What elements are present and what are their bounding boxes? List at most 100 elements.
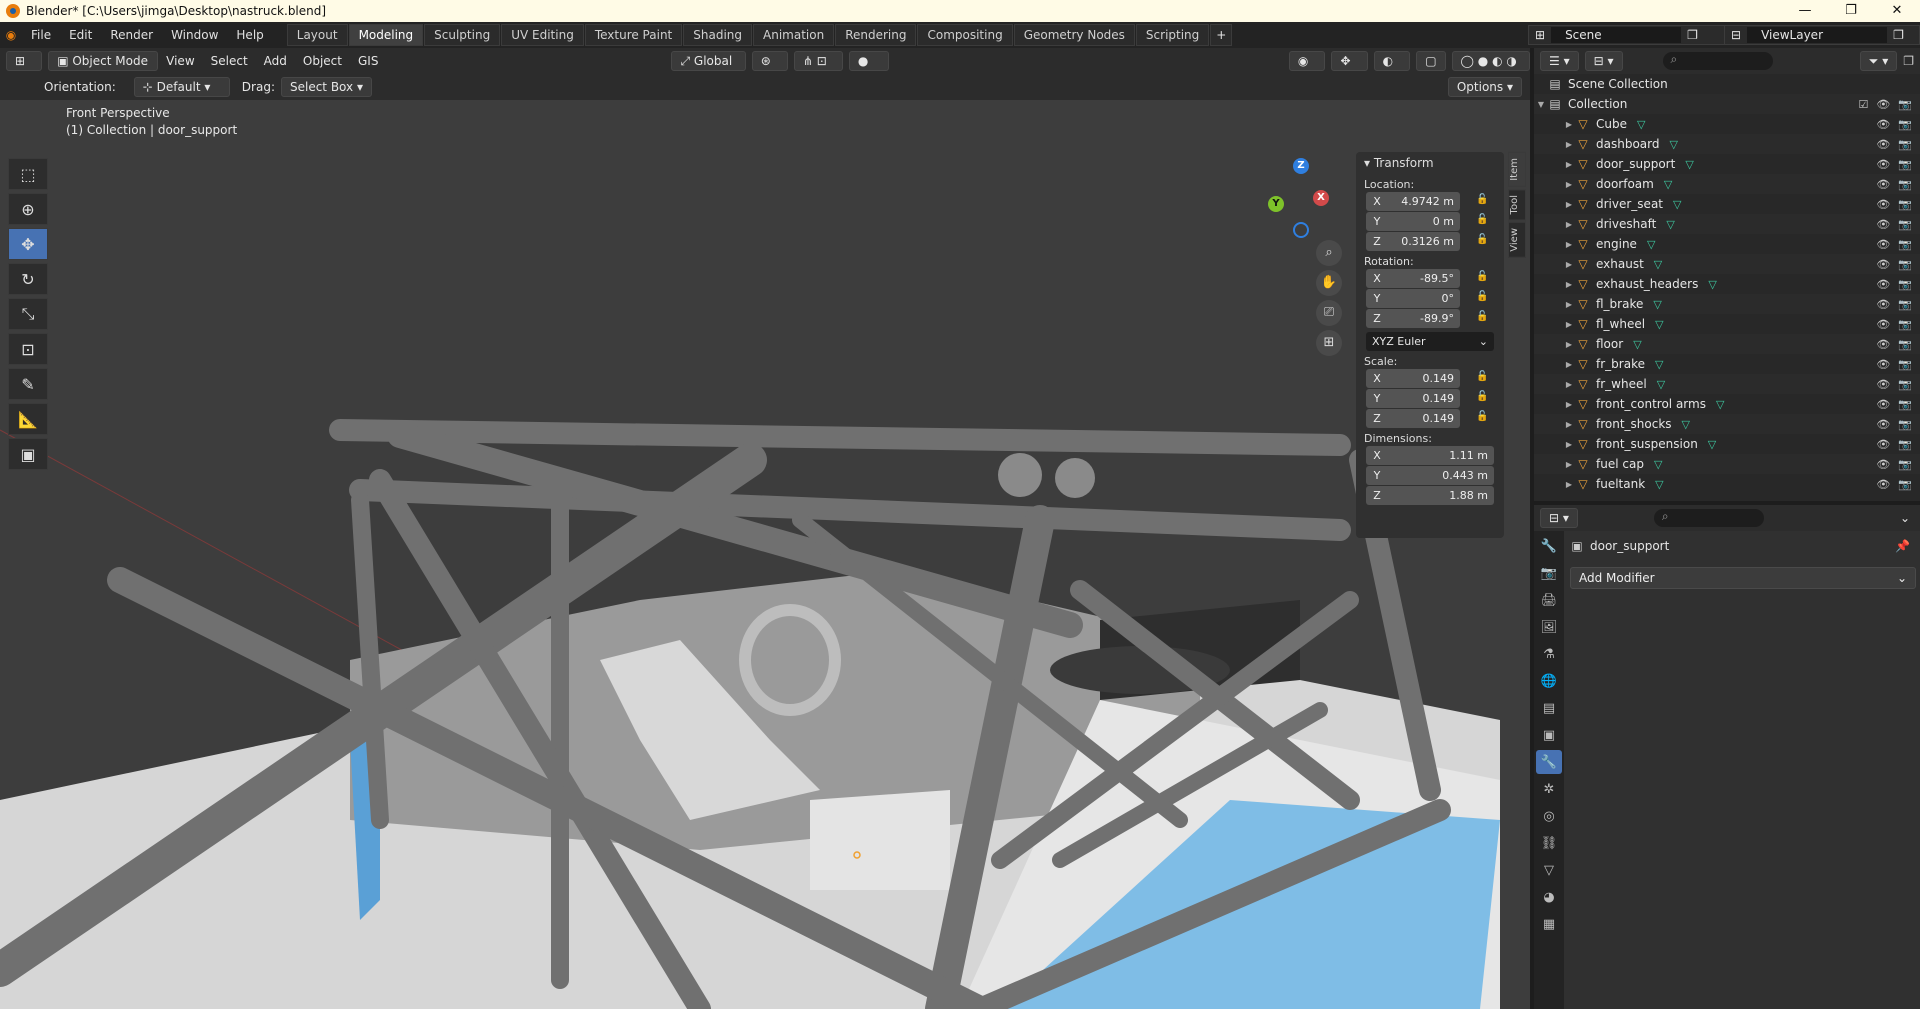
drag-selector[interactable]: Select Box ▾: [280, 77, 372, 97]
mesh-data-icon[interactable]: ▽: [1657, 378, 1665, 391]
lock-icon[interactable]: 🔓: [1476, 411, 1490, 422]
modifier-tab-icon[interactable]: 🔧: [1536, 750, 1562, 774]
pivot-point-icon[interactable]: ⊛ ▾: [751, 51, 788, 86]
camera-icon[interactable]: 📷: [1898, 238, 1912, 251]
expand-arrow-icon[interactable]: ▶: [1562, 360, 1576, 369]
select-box-tool-icon[interactable]: ⬚: [8, 158, 48, 190]
mesh-data-icon[interactable]: ▽: [1669, 138, 1677, 151]
3d-viewport[interactable]: ⊞ ▾ ▣ Object Mode ▾ View Select Add Obje…: [0, 48, 1530, 1009]
expand-arrow-icon[interactable]: ▶: [1562, 480, 1576, 489]
editor-type-button[interactable]: ⊞ ▾: [6, 51, 43, 86]
expand-arrow-icon[interactable]: ▶: [1562, 420, 1576, 429]
outliner-search-input[interactable]: ⌕: [1662, 52, 1773, 70]
xray-toggle-icon[interactable]: ▢: [1416, 51, 1446, 71]
viewport-canvas[interactable]: Front Perspective (1) Collection | door_…: [0, 100, 1530, 1009]
tab-sculpting[interactable]: Sculpting: [424, 24, 501, 46]
shading-mode-icon[interactable]: ◯ ● ◐ ◑ ▾: [1451, 51, 1530, 86]
visibility-icon[interactable]: ◉ ▾: [1288, 51, 1326, 86]
lock-icon[interactable]: 🔓: [1476, 391, 1490, 402]
tab-animation[interactable]: Animation: [753, 24, 835, 46]
camera-icon[interactable]: 📷: [1898, 218, 1912, 231]
expand-arrow-icon[interactable]: ▶: [1562, 180, 1576, 189]
expand-arrow-icon[interactable]: ▶: [1562, 140, 1576, 149]
expand-arrow-icon[interactable]: ▶: [1562, 120, 1576, 129]
orientation-selector[interactable]: ⊹ Default ▾: [133, 77, 230, 97]
pin-icon[interactable]: 📌: [1895, 539, 1910, 553]
outliner-item[interactable]: ▶ ▽ fr_wheel ▽ 👁 📷: [1534, 374, 1920, 394]
close-button[interactable]: ✕: [1874, 0, 1920, 22]
eye-icon[interactable]: 👁: [1876, 318, 1890, 331]
mesh-data-icon[interactable]: ▽: [1655, 318, 1663, 331]
camera-icon[interactable]: 📷: [1898, 178, 1912, 191]
rotation-x-field[interactable]: X -89.5° 🔓: [1366, 269, 1488, 288]
dimensions-y-field[interactable]: Y 0.443 m: [1366, 466, 1494, 485]
camera-icon[interactable]: 📷: [1898, 438, 1912, 451]
view-layer-selector[interactable]: ⊟ ViewLayer ❐: [1724, 25, 1920, 45]
outliner-editor-type-icon[interactable]: ☰ ▾: [1540, 51, 1579, 71]
eye-icon[interactable]: 👁: [1876, 158, 1890, 171]
gizmo-neg-z-axis[interactable]: [1293, 222, 1309, 238]
transform-panel-header[interactable]: ▾ Transform: [1356, 152, 1504, 174]
mesh-data-icon[interactable]: ▽: [1673, 198, 1681, 211]
tab-compositing[interactable]: Compositing: [917, 24, 1013, 46]
new-collection-icon[interactable]: ❐: [1903, 54, 1914, 68]
expand-arrow-icon[interactable]: ▶: [1562, 440, 1576, 449]
scene-selector[interactable]: ⊞ Scene ❐: [1528, 25, 1728, 45]
mesh-data-icon[interactable]: ▽: [1685, 158, 1693, 171]
gizmo-z-axis[interactable]: Z: [1293, 158, 1309, 174]
outliner-item[interactable]: ▶ ▽ fl_wheel ▽ 👁 📷: [1534, 314, 1920, 334]
outliner-item[interactable]: ▶ ▽ Cube ▽ 👁 📷: [1534, 114, 1920, 134]
camera-icon[interactable]: 📷: [1898, 458, 1912, 471]
blender-menu-icon[interactable]: ◉: [0, 28, 22, 42]
eye-icon[interactable]: 👁: [1876, 298, 1890, 311]
mesh-data-icon[interactable]: ▽: [1654, 458, 1662, 471]
menu-window[interactable]: Window: [162, 22, 227, 48]
scale-x-field[interactable]: X 0.149 🔓: [1366, 369, 1488, 388]
camera-icon[interactable]: 📷: [1898, 258, 1912, 271]
lock-icon[interactable]: 🔓: [1476, 194, 1490, 205]
expand-arrow-icon[interactable]: ▶: [1562, 320, 1576, 329]
gizmo-x-axis[interactable]: X: [1313, 190, 1329, 206]
lock-icon[interactable]: 🔓: [1476, 271, 1490, 282]
particles-tab-icon[interactable]: ✲: [1536, 777, 1562, 801]
eye-icon[interactable]: 👁: [1876, 138, 1890, 151]
menu-file[interactable]: File: [22, 22, 60, 48]
lock-icon[interactable]: 🔓: [1476, 214, 1490, 225]
tool-tab-icon[interactable]: 🔧: [1536, 534, 1562, 558]
camera-icon[interactable]: 📷: [1898, 118, 1912, 131]
mode-selector[interactable]: ▣ Object Mode ▾: [48, 51, 159, 86]
outliner-item[interactable]: ▶ ▽ front_suspension ▽ 👁 📷: [1534, 434, 1920, 454]
camera-icon[interactable]: 📷: [1898, 318, 1912, 331]
camera-icon[interactable]: 📷: [1898, 158, 1912, 171]
output-tab-icon[interactable]: 🖨: [1536, 588, 1562, 612]
texture-tab-icon[interactable]: ▦: [1536, 912, 1562, 936]
camera-icon[interactable]: 📷: [1898, 358, 1912, 371]
menu-edit[interactable]: Edit: [60, 22, 101, 48]
eye-icon[interactable]: 👁: [1876, 258, 1890, 271]
mesh-data-icon[interactable]: ▽: [1664, 178, 1672, 191]
mesh-data-icon[interactable]: ▽: [1716, 398, 1724, 411]
properties-editor-type-icon[interactable]: ⊟ ▾: [1540, 508, 1578, 528]
dimensions-z-field[interactable]: Z 1.88 m: [1366, 486, 1494, 505]
mesh-data-icon[interactable]: ▽: [1655, 358, 1663, 371]
collection-tab-icon[interactable]: ▤: [1536, 696, 1562, 720]
expand-arrow-icon[interactable]: ▶: [1562, 340, 1576, 349]
expand-arrow-icon[interactable]: ▶: [1562, 380, 1576, 389]
object-tab-icon[interactable]: ▣: [1536, 723, 1562, 747]
scene-tab-icon[interactable]: ⚗: [1536, 642, 1562, 666]
move-tool-icon[interactable]: ✥: [8, 228, 48, 260]
cursor-tool-icon[interactable]: ⊕: [8, 193, 48, 225]
add-workspace-button[interactable]: +: [1210, 24, 1233, 46]
checkbox-icon[interactable]: ☑: [1858, 98, 1868, 111]
outliner-item[interactable]: ▶ ▽ doorfoam ▽ 👁 📷: [1534, 174, 1920, 194]
minimize-button[interactable]: —: [1782, 0, 1828, 22]
expand-arrow-icon[interactable]: ▼: [1534, 100, 1548, 109]
viewport-menu-add[interactable]: Add: [256, 48, 295, 74]
rotation-z-field[interactable]: Z -89.9° 🔓: [1366, 309, 1488, 328]
outliner-item[interactable]: ▶ ▽ fuel cap ▽ 👁 📷: [1534, 454, 1920, 474]
outliner-item[interactable]: ▶ ▽ fl_brake ▽ 👁 📷: [1534, 294, 1920, 314]
lock-icon[interactable]: 🔓: [1476, 371, 1490, 382]
eye-icon[interactable]: 👁: [1876, 418, 1890, 431]
location-z-field[interactable]: Z 0.3126 m 🔓: [1366, 232, 1488, 251]
camera-icon[interactable]: 📷: [1898, 398, 1912, 411]
